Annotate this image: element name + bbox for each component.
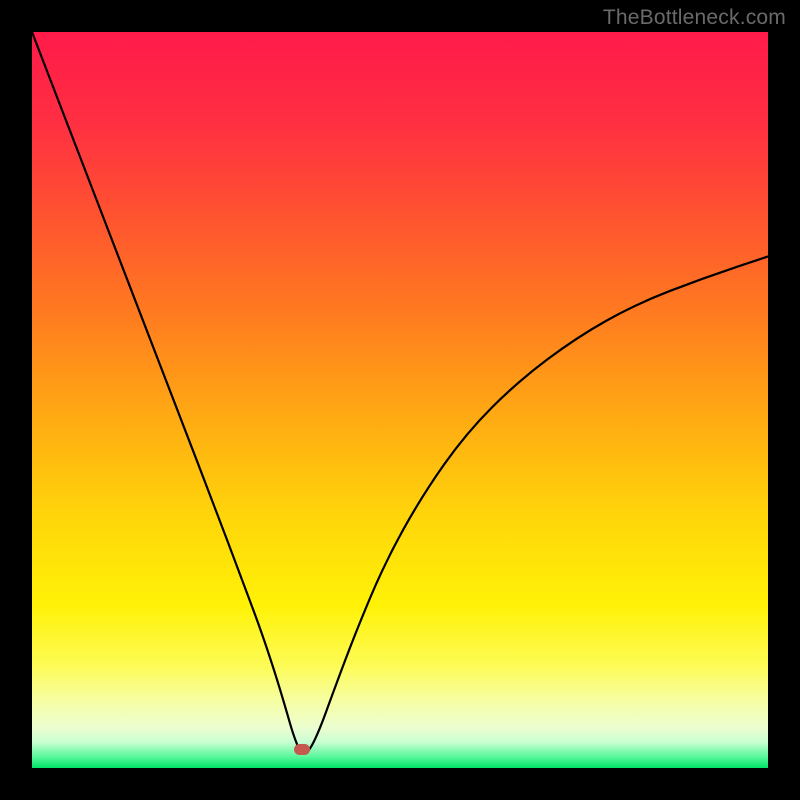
chart-stage: TheBottleneck.com — [0, 0, 800, 800]
plot-area — [32, 32, 768, 768]
bottleneck-curve — [32, 32, 768, 768]
watermark-text: TheBottleneck.com — [603, 6, 786, 30]
optimal-point-marker — [294, 744, 310, 755]
